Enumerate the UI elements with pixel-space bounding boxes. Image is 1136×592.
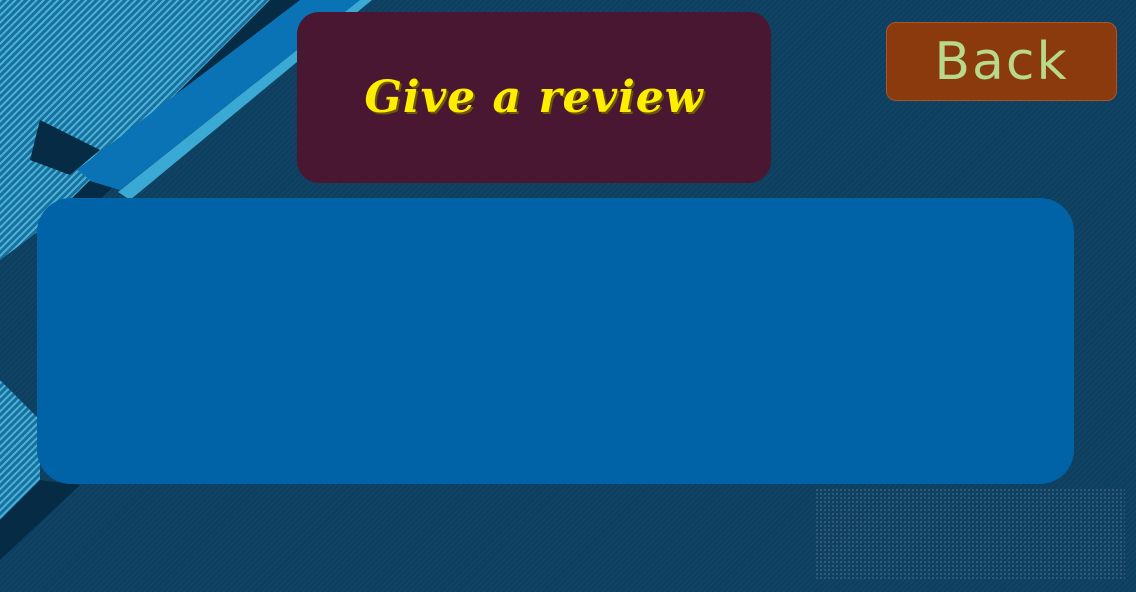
- decor-stripe-left-dark: [0, 480, 80, 560]
- dot-texture: [815, 488, 1125, 580]
- title-panel: Give a review: [297, 12, 771, 183]
- review-input[interactable]: [37, 198, 1074, 484]
- decor-stripe-top-dark: [30, 120, 100, 175]
- page-title: Give a review: [364, 72, 704, 123]
- decor-stripe-left-lower: [0, 380, 40, 520]
- back-button[interactable]: Back: [886, 22, 1117, 101]
